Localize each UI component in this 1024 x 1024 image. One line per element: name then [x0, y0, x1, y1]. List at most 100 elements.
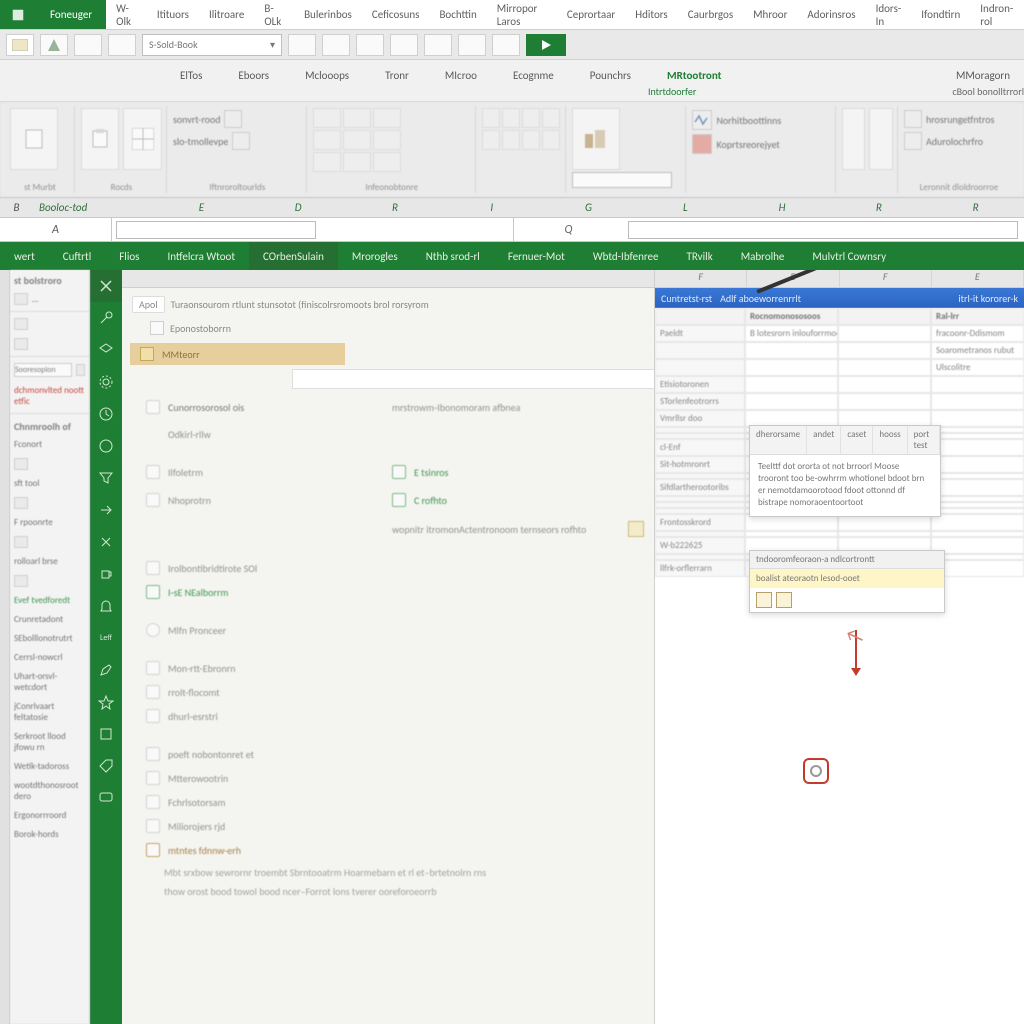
sheet-tab[interactable]: Mulvtrl Cownsry: [798, 242, 900, 270]
table-cell[interactable]: [655, 342, 745, 359]
table-cell[interactable]: fracoonr-Ddismom: [931, 325, 1024, 342]
rail-item[interactable]: [90, 782, 122, 814]
sheet-tab[interactable]: TRvilk: [672, 242, 726, 270]
column-header[interactable]: F: [840, 270, 932, 287]
list-item[interactable]: Evef tvedforedt: [10, 591, 89, 610]
menu-item[interactable]: Hditors: [625, 0, 677, 29]
subtab-active[interactable]: Intrtdoorfer: [648, 85, 696, 98]
form-item[interactable]: I-sE NEalborrm: [146, 580, 644, 604]
list-item[interactable]: wootdthonosroot dero: [10, 776, 89, 806]
sheet-tab[interactable]: Flios: [105, 242, 153, 270]
qat-button[interactable]: [322, 34, 350, 56]
sheet-tab[interactable]: Cuftrtl: [49, 242, 105, 270]
column-header[interactable]: Booloc-tod: [33, 201, 153, 214]
ribbon-tab-active[interactable]: MRtootront: [667, 69, 721, 82]
column-header[interactable]: D: [250, 201, 347, 214]
table-header-cell[interactable]: Ral-lrr: [931, 308, 1024, 325]
ribbon-button[interactable]: [10, 108, 58, 170]
style-gallery[interactable]: [313, 108, 471, 172]
qat-button[interactable]: [424, 34, 452, 56]
sheet-tab[interactable]: Mabrolhe: [727, 242, 799, 270]
menu-item[interactable]: Indron-rol: [970, 0, 1024, 29]
menu-item[interactable]: Mirropor Laros: [487, 0, 557, 29]
table-cell[interactable]: [745, 359, 838, 376]
table-cell[interactable]: [655, 359, 745, 376]
rail-item[interactable]: [90, 718, 122, 750]
menu-item[interactable]: Ceficosuns: [362, 0, 430, 29]
swatch-icon[interactable]: [232, 132, 250, 150]
sparkline-icon[interactable]: [692, 110, 712, 130]
file-tab[interactable]: [0, 0, 36, 29]
list-item[interactable]: [10, 493, 89, 513]
qat-button[interactable]: [458, 34, 486, 56]
ribbon-button[interactable]: [123, 108, 162, 170]
form-item[interactable]: mtntes fdnnw-erh: [146, 838, 644, 862]
list-item[interactable]: [10, 314, 89, 334]
table-cell[interactable]: [931, 393, 1024, 410]
ribbon-button[interactable]: [81, 108, 120, 170]
table-cell[interactable]: Paeldt: [655, 325, 745, 342]
column-header[interactable]: L: [637, 201, 734, 214]
run-button[interactable]: [526, 34, 566, 56]
menu-item[interactable]: Ilitroare: [199, 0, 254, 29]
ribbon-tab[interactable]: Mclooops: [305, 69, 349, 82]
table-cell[interactable]: [745, 342, 838, 359]
rail-item[interactable]: [90, 590, 122, 622]
menu-item[interactable]: W-Olk: [106, 0, 147, 29]
column-header[interactable]: H: [734, 201, 831, 214]
menu-item[interactable]: B-OLk: [254, 0, 294, 29]
ribbon-button[interactable]: [869, 108, 893, 170]
table-cell[interactable]: [838, 325, 931, 342]
qat-button[interactable]: [40, 34, 68, 56]
table-cell[interactable]: B lotesrorn inlouforrmoe: [745, 325, 838, 342]
table-cell[interactable]: [838, 359, 931, 376]
form-item[interactable]: Cunorrosorosol ois: [146, 395, 376, 419]
ribbon-tab[interactable]: Tronr: [385, 69, 409, 82]
search-icon[interactable]: [76, 364, 85, 376]
color-swatch-icon[interactable]: [756, 592, 772, 608]
style-combobox[interactable]: S-Sold-Book ▾: [142, 34, 282, 56]
inline-editor[interactable]: [292, 369, 654, 389]
formula-input[interactable]: [628, 221, 1019, 239]
rail-item[interactable]: [90, 430, 122, 462]
rail-item[interactable]: [90, 270, 122, 302]
ribbon-button[interactable]: [842, 108, 866, 170]
list-item[interactable]: SEbolllonotrutrt: [10, 629, 89, 648]
list-item[interactable]: sft tool: [10, 474, 89, 493]
popup-tab[interactable]: port test: [908, 426, 940, 454]
rail-item[interactable]: [90, 494, 122, 526]
list-item[interactable]: [10, 454, 89, 474]
list-item[interactable]: Wetik-tadoross: [10, 757, 89, 776]
sheet-tab[interactable]: wert: [0, 242, 49, 270]
table-cell[interactable]: [931, 456, 1024, 473]
menu-item[interactable]: Ifondtirn: [911, 0, 970, 29]
table-cell[interactable]: Vmrllsr doo: [655, 410, 745, 427]
list-item[interactable]: [10, 532, 89, 552]
search-field[interactable]: [10, 359, 89, 381]
form-item[interactable]: Mon-rtt-Ebronrn: [146, 656, 644, 680]
qat-button[interactable]: [356, 34, 384, 56]
table-cell[interactable]: [745, 393, 838, 410]
table-cell[interactable]: [931, 514, 1024, 531]
swatch-icon[interactable]: [904, 110, 922, 128]
qat-button[interactable]: [492, 34, 520, 56]
list-item[interactable]: [10, 334, 89, 354]
form-item[interactable]: Irolbontibridtirote SOl: [146, 556, 644, 580]
table-cell[interactable]: llfrk-orflerrarn: [655, 560, 745, 577]
sheet-tab[interactable]: COrbenSulain: [249, 242, 338, 270]
table-cell[interactable]: [745, 376, 838, 393]
gallery-icon[interactable]: [482, 108, 562, 150]
menu-item[interactable]: Bochttin: [429, 0, 486, 29]
list-item[interactable]: Ergonorrroord: [10, 806, 89, 825]
table-header-cell[interactable]: Rocnomonososoos: [745, 308, 838, 325]
selected-row[interactable]: MMteorr: [130, 343, 345, 365]
form-item[interactable]: Nhoprotrn: [146, 488, 376, 512]
table-cell[interactable]: [838, 393, 931, 410]
rail-item[interactable]: [90, 398, 122, 430]
list-item[interactable]: jConrlvaart feltatosie: [10, 697, 89, 727]
home-tab[interactable]: Foneuger: [36, 0, 106, 29]
list-item[interactable]: Crunretadont: [10, 610, 89, 629]
column-header[interactable]: R: [927, 201, 1024, 214]
ribbon-button[interactable]: [572, 108, 620, 170]
qat-button[interactable]: [108, 34, 136, 56]
